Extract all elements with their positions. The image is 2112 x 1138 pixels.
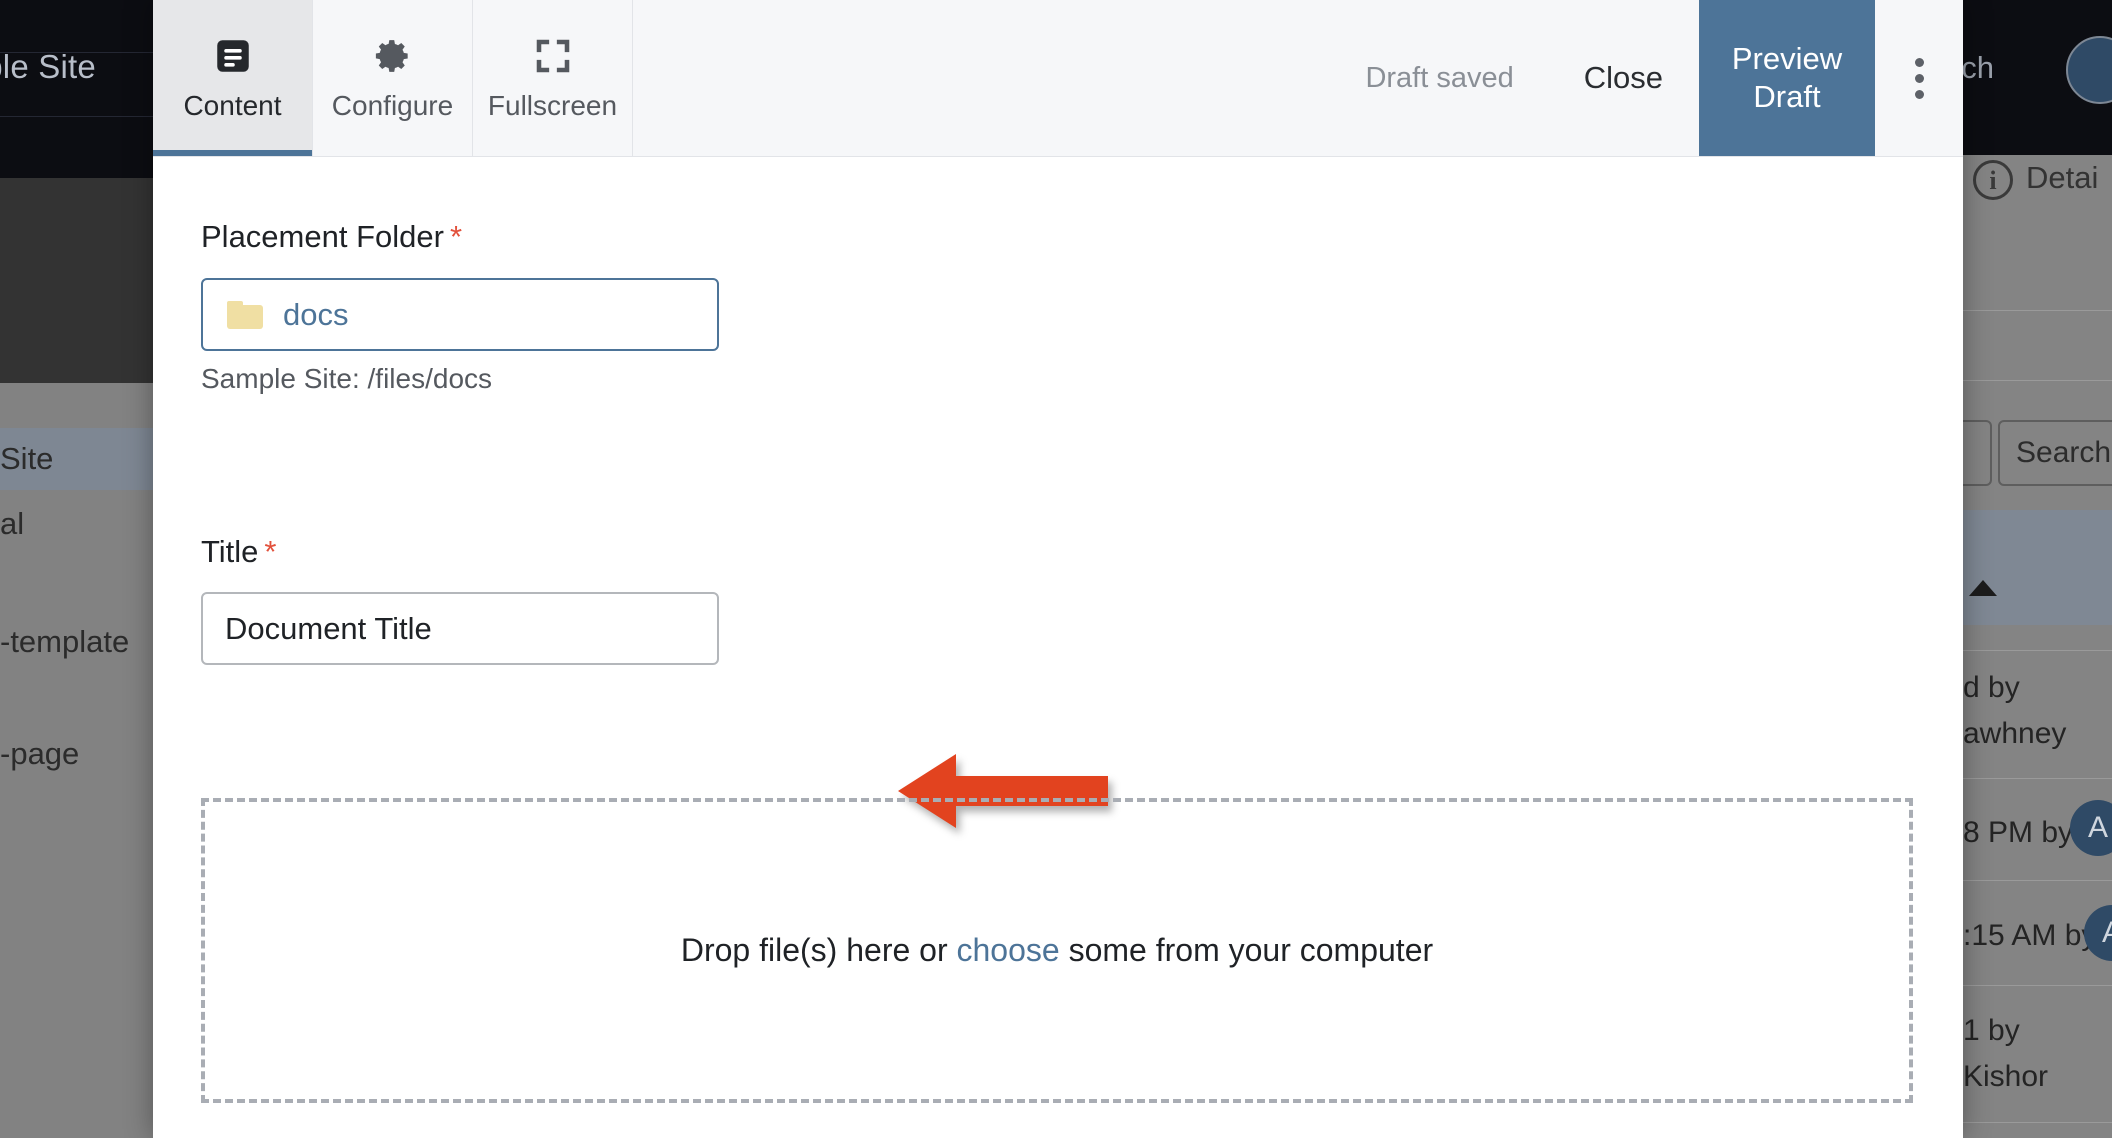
tab-content-label: Content: [183, 89, 282, 121]
details-search-placeholder: Search: [2016, 436, 2112, 469]
details-divider-1: [1963, 310, 2112, 311]
tab-configure-label: Configure: [331, 89, 454, 121]
expand-icon: [536, 39, 569, 72]
details-divider-3: [1963, 650, 2112, 651]
document-lines-icon: [216, 39, 249, 72]
modal-header-actions: Draft saved Close Preview Draft: [1331, 0, 1963, 156]
dropzone-text-before: Drop file(s) here or: [680, 932, 957, 968]
placement-folder-label-text: Placement Folder: [201, 219, 444, 254]
details-divider-2: [1963, 380, 2112, 381]
placement-folder-required-marker: *: [449, 219, 463, 254]
sidebar-item-site[interactable]: Site: [0, 428, 155, 490]
placement-folder-value: docs: [283, 296, 349, 332]
placement-folder-label: Placement Folder *: [201, 219, 462, 255]
tab-content[interactable]: Content: [153, 0, 313, 156]
placement-folder-input[interactable]: docs: [201, 278, 719, 351]
background-details-panel: [1963, 155, 2112, 1138]
dropzone-choose-link[interactable]: choose: [957, 932, 1060, 968]
title-input[interactable]: Document Title: [201, 592, 719, 665]
title-required-marker: *: [264, 534, 277, 569]
details-row-4-line2: Kishor: [1963, 1060, 2049, 1093]
draft-status-text: Draft saved: [1365, 61, 1514, 94]
background-left-dim-overlay: Site al -template -page: [0, 383, 155, 1138]
caret-up-icon[interactable]: [1969, 580, 1997, 596]
details-divider-7: [1963, 1122, 2112, 1123]
sidebar-item-page[interactable]: -page: [0, 728, 155, 780]
details-row-2-line1: 8 PM by: [1963, 816, 2074, 849]
folder-icon: [227, 300, 263, 329]
dropzone-text-after: some from your computer: [1059, 932, 1434, 968]
dropzone-text: Drop file(s) here or choose some from yo…: [681, 932, 1433, 969]
tab-fullscreen[interactable]: Fullscreen: [473, 0, 633, 156]
details-row-3-line1: :15 AM by: [1963, 919, 2097, 952]
file-dropzone[interactable]: Drop file(s) here or choose some from yo…: [201, 798, 1913, 1103]
editor-modal: Content Configure Fullscreen Draft saved…: [153, 0, 1963, 1138]
background-site-title: ample Site: [0, 48, 96, 85]
title-label-text: Title: [201, 534, 259, 569]
info-circle-icon: i: [1973, 160, 2013, 200]
details-row-4-line1: 1 by: [1963, 1014, 2020, 1047]
tab-configure[interactable]: Configure: [313, 0, 473, 156]
details-search-input[interactable]: Search: [1998, 420, 2112, 486]
kebab-menu-icon[interactable]: [1875, 0, 1963, 156]
sidebar-item-al[interactable]: al: [0, 498, 155, 550]
preview-draft-button[interactable]: Preview Draft: [1699, 0, 1875, 156]
sidebar-item-template[interactable]: -template: [0, 616, 155, 668]
details-row-1-line2: awhney: [1963, 717, 2067, 750]
modal-body: Placement Folder * docs Sample Site: /fil…: [153, 157, 1963, 1138]
details-divider-6: [1963, 985, 2112, 986]
details-panel-title: Detai: [2026, 160, 2099, 195]
title-label: Title *: [201, 534, 277, 570]
modal-header: Content Configure Fullscreen Draft saved…: [153, 0, 1963, 157]
details-divider-5: [1963, 880, 2112, 881]
details-divider-4: [1963, 778, 2112, 779]
background-left-dark-panel: [0, 178, 155, 383]
details-row-1-line1: d by: [1963, 671, 2020, 704]
gear-icon: [375, 39, 408, 72]
modal-tab-list: Content Configure Fullscreen: [153, 0, 633, 156]
details-selected-band: [1963, 510, 2112, 625]
tab-fullscreen-label: Fullscreen: [487, 89, 618, 121]
close-button[interactable]: Close: [1548, 0, 1699, 156]
placement-folder-help-text: Sample Site: /files/docs: [201, 363, 493, 394]
title-value: Document Title: [225, 610, 432, 646]
